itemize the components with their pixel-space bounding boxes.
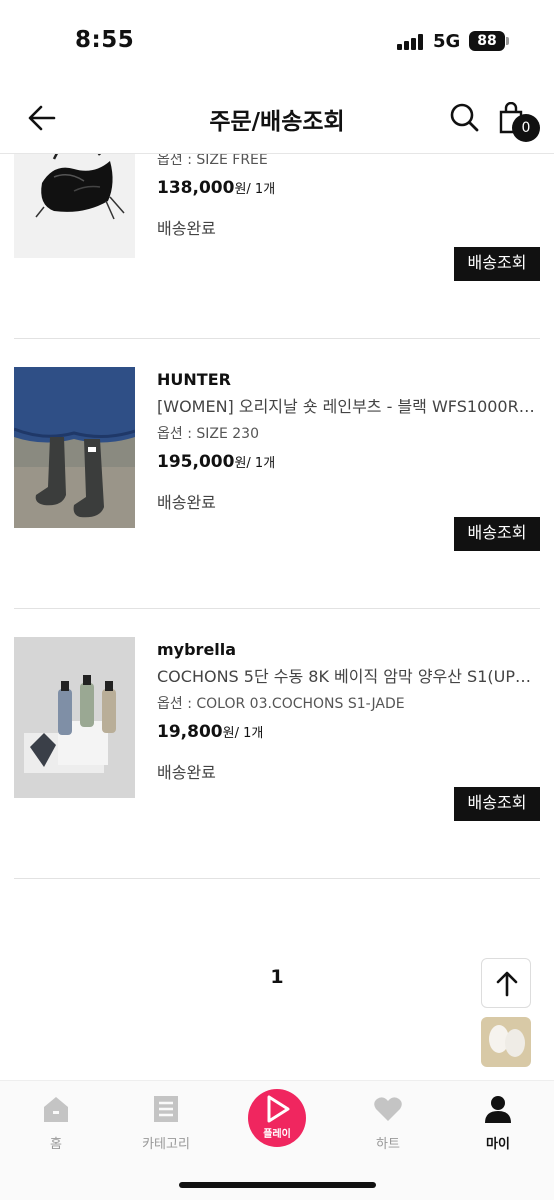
divider [14,878,540,879]
search-icon[interactable] [449,102,479,132]
arrow-up-icon [496,971,518,997]
person-icon [485,1096,511,1123]
category-list-icon [154,1096,178,1122]
order-price: 195,000 [157,452,235,472]
cart-count-badge: 0 [512,114,540,142]
signal-icon [397,34,425,50]
order-quantity: / 1개 [246,182,276,197]
home-icon [44,1097,68,1122]
status-time: 8:55 [75,27,135,53]
order-quantity: / 1개 [234,726,264,741]
delivery-status: 배송완료 [157,763,216,782]
pagination-current-page[interactable]: 1 [265,966,289,988]
order-product-name[interactable]: [WOMEN] 오리지날 숏 레인부츠 - 블랙 WFS1000RMA... [157,393,540,421]
order-product-name[interactable]: COCHONS 5단 수동 8K 베이직 암막 양우산 S1(UPF5... [157,663,540,691]
track-delivery-button[interactable]: 배송조회 [454,517,540,551]
delivery-status: 배송완료 [157,219,216,238]
tab-category[interactable]: 카테고리 [121,1095,211,1152]
tab-my[interactable]: 마이 [453,1095,543,1152]
product-image-umbrellas[interactable] [14,637,135,798]
bottom-tab-bar: 홈 카테고리 플레이 하트 마이 [0,1080,554,1200]
tab-home[interactable]: 홈 [11,1095,101,1152]
status-bar: 8:55 5G 88 [0,0,554,80]
order-quantity: / 1개 [246,456,276,471]
heart-icon [374,1097,402,1121]
order-option: 옵션 : SIZE 230 [157,426,260,442]
track-delivery-button[interactable]: 배송조회 [454,787,540,821]
product-image-rainboots[interactable] [14,367,135,528]
order-item: HUNTER [WOMEN] 오리지날 숏 레인부츠 - 블랙 WFS1000R… [0,367,554,607]
battery-icon: 88 [469,31,505,51]
divider [14,608,540,609]
home-indicator [179,1182,376,1188]
divider [14,338,540,339]
play-icon [267,1095,290,1123]
order-item: mybrella COCHONS 5단 수동 8K 베이직 암막 양우산 S1(… [0,637,554,877]
app-header: 주문/배송조회 [0,80,554,154]
order-price: 19,800 [157,722,223,742]
track-delivery-button[interactable]: 배송조회 [454,247,540,281]
recent-product-thumbnail[interactable] [481,1017,531,1067]
tab-play[interactable]: 플레이 [248,1089,306,1147]
tab-heart[interactable]: 하트 [343,1095,433,1152]
scroll-top-button[interactable] [481,958,531,1008]
order-brand: mybrella [157,640,237,659]
order-option: 옵션 : COLOR 03.COCHONS S1-JADE [157,696,405,712]
delivery-status: 배송완료 [157,493,216,512]
network-type: 5G [433,31,461,52]
order-brand: HUNTER [157,370,231,389]
order-price: 138,000 [157,178,235,198]
